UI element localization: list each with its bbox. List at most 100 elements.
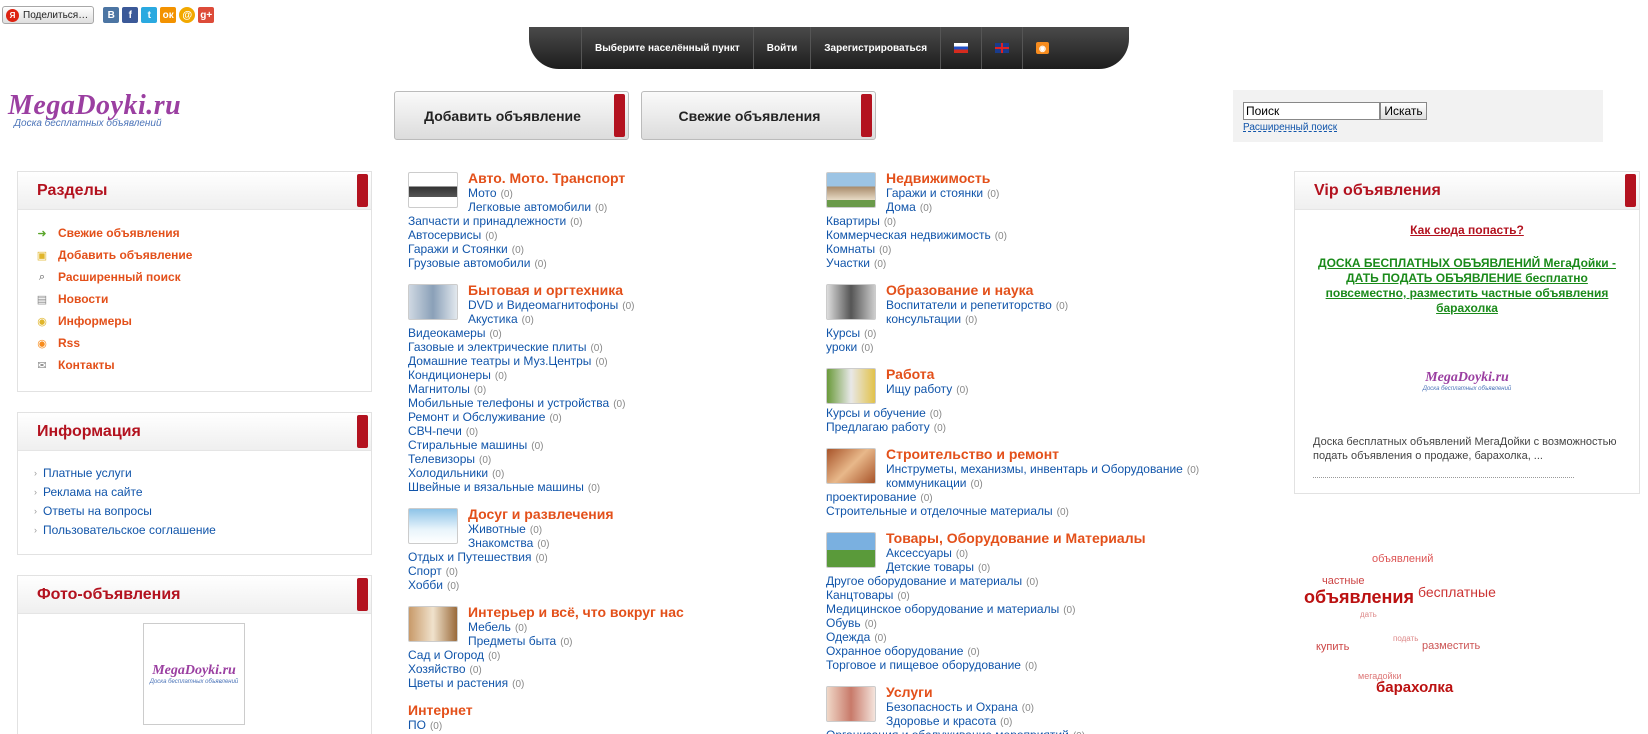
- tag-link[interactable]: купить: [1316, 641, 1349, 653]
- search-input[interactable]: [1243, 102, 1380, 120]
- category-link[interactable]: Знакомства: [468, 536, 533, 550]
- category-title[interactable]: Интерьер и всё, что вокруг нас: [468, 604, 684, 620]
- twitter-icon[interactable]: t: [141, 7, 158, 23]
- category-link[interactable]: Мебель: [468, 620, 511, 634]
- site-logo[interactable]: MegaDoyki.ru Доска бесплатных объявлений: [8, 90, 208, 140]
- category-link[interactable]: Коммерческая недвижимость: [826, 228, 991, 242]
- facebook-icon[interactable]: f: [122, 7, 139, 23]
- info-menu-item[interactable]: › Платные услуги: [18, 463, 371, 482]
- appliances-image[interactable]: [408, 284, 458, 320]
- goods-image[interactable]: [826, 532, 876, 568]
- category-link[interactable]: Здоровье и красота: [886, 714, 996, 728]
- category-title[interactable]: Досуг и развлечения: [468, 506, 613, 522]
- category-link[interactable]: Швейные и вязальные машины: [408, 480, 584, 494]
- category-link[interactable]: Медицинское оборудование и материалы: [826, 602, 1059, 616]
- category-link[interactable]: Организация и обслуживание мероприятий: [826, 728, 1069, 734]
- house-image[interactable]: [826, 172, 876, 208]
- services-image[interactable]: [826, 686, 876, 722]
- category-link[interactable]: Детские товары: [886, 560, 974, 574]
- category-link[interactable]: Ремонт и Обслуживание: [408, 410, 545, 424]
- category-link[interactable]: Акустика: [468, 312, 518, 326]
- vip-ad-link[interactable]: ДОСКА БЕСПЛАТНЫХ ОБЪЯВЛЕНИЙ МегаДойки - …: [1313, 256, 1621, 316]
- sections-menu-item[interactable]: ◉ Информеры: [34, 310, 371, 332]
- category-title[interactable]: Услуги: [886, 684, 933, 700]
- fresh-ads-button[interactable]: Свежие объявления: [641, 91, 876, 140]
- category-title[interactable]: Недвижимость: [886, 172, 990, 186]
- category-link[interactable]: СВЧ-печи: [408, 424, 462, 438]
- category-link[interactable]: Газовые и электрические плиты: [408, 340, 586, 354]
- category-link[interactable]: Строительные и отделочные материалы: [826, 504, 1053, 518]
- interior-image[interactable]: [408, 606, 458, 642]
- category-link[interactable]: Квартиры: [826, 214, 880, 228]
- category-link[interactable]: Одежда: [826, 630, 870, 644]
- category-link[interactable]: Ищу работу: [886, 382, 952, 396]
- category-title[interactable]: Товары, Оборудование и Материалы: [886, 530, 1146, 546]
- sections-menu-link[interactable]: Информеры: [58, 314, 132, 328]
- leisure-image[interactable]: [408, 508, 458, 544]
- nav-lang-en[interactable]: [981, 27, 1022, 69]
- category-link[interactable]: Хобби: [408, 578, 443, 592]
- category-link[interactable]: Хозяйство: [408, 662, 466, 676]
- category-link[interactable]: Сад и Огород: [408, 648, 484, 662]
- category-link[interactable]: Запчасти и принадлежности: [408, 214, 566, 228]
- tag-link[interactable]: объявлений: [1372, 553, 1433, 565]
- category-link[interactable]: Магнитолы: [408, 382, 470, 396]
- category-link[interactable]: Торговое и пищевое оборудование: [826, 658, 1021, 672]
- tag-link[interactable]: бесплатные: [1418, 584, 1496, 600]
- category-title[interactable]: Образование и наука: [886, 282, 1033, 298]
- sections-menu-link[interactable]: Свежие объявления: [58, 226, 180, 240]
- category-link[interactable]: Участки: [826, 256, 870, 270]
- category-link[interactable]: Холодильники: [408, 466, 488, 480]
- info-menu-item[interactable]: › Пользовательское соглашение: [18, 520, 371, 539]
- sections-menu-item[interactable]: ➜ Свежие объявления: [34, 222, 371, 244]
- category-link[interactable]: Дома: [886, 200, 916, 214]
- googleplus-icon[interactable]: g+: [198, 7, 215, 23]
- info-menu-link[interactable]: Пользовательское соглашение: [43, 523, 216, 537]
- category-link[interactable]: Домашние театры и Муз.Центры: [408, 354, 591, 368]
- category-title[interactable]: Бытовая и оргтехника: [468, 282, 623, 298]
- category-link[interactable]: коммуникации: [886, 476, 967, 490]
- category-link[interactable]: DVD и Видеомагнитофоны: [468, 298, 618, 312]
- category-link[interactable]: Канцтовары: [826, 588, 893, 602]
- category-link[interactable]: Кондиционеры: [408, 368, 491, 382]
- category-link[interactable]: Стиральные машины: [408, 438, 527, 452]
- category-link[interactable]: Аксессуары: [886, 546, 952, 560]
- sections-menu-item[interactable]: ✉ Контакты: [34, 354, 371, 376]
- category-link[interactable]: Автосервисы: [408, 228, 481, 242]
- construction-image[interactable]: [826, 448, 876, 484]
- sections-menu-link[interactable]: Расширенный поиск: [58, 270, 181, 284]
- info-menu-link[interactable]: Платные услуги: [43, 466, 132, 480]
- category-link[interactable]: Другое оборудование и материалы: [826, 574, 1022, 588]
- info-menu-item[interactable]: › Ответы на вопросы: [18, 501, 371, 520]
- vip-ad-image[interactable]: MegaDoyki.ru Доска бесплатных объявлений: [1417, 331, 1517, 431]
- tag-link[interactable]: барахолка: [1376, 679, 1453, 696]
- category-link[interactable]: Безопасность и Охрана: [886, 700, 1018, 714]
- nav-select-city[interactable]: Выберите населённый пункт: [581, 27, 753, 69]
- category-link[interactable]: Курсы и обучение: [826, 406, 926, 420]
- category-title[interactable]: Работа: [886, 366, 934, 382]
- vk-icon[interactable]: В: [103, 7, 120, 23]
- category-link[interactable]: Инструметы, механизмы, инвентарь и Обору…: [886, 462, 1183, 476]
- category-link[interactable]: Цветы и растения: [408, 676, 508, 690]
- category-title[interactable]: Авто. Мото. Транспорт: [468, 172, 625, 186]
- mail-icon[interactable]: @: [179, 7, 196, 23]
- category-link[interactable]: Предлагаю работу: [826, 420, 930, 434]
- category-link[interactable]: ПО: [408, 718, 426, 732]
- category-link[interactable]: Комнаты: [826, 242, 875, 256]
- add-ad-button[interactable]: Добавить объявление: [394, 91, 629, 140]
- share-button[interactable]: Я Поделиться…: [2, 6, 95, 24]
- nav-rss[interactable]: ◉: [1022, 27, 1062, 69]
- category-link[interactable]: Мобильные телефоны и устройства: [408, 396, 609, 410]
- search-button[interactable]: Искать: [1380, 102, 1427, 120]
- category-link[interactable]: Спорт: [408, 564, 442, 578]
- category-link[interactable]: Грузовые автомобили: [408, 256, 530, 270]
- sections-menu-item[interactable]: ◉ Rss: [34, 332, 371, 354]
- category-link[interactable]: Гаражи и Стоянки: [408, 242, 508, 256]
- car-image[interactable]: [408, 172, 458, 208]
- category-link[interactable]: Животные: [468, 522, 526, 536]
- advanced-search-link[interactable]: Расширенный поиск: [1243, 122, 1337, 133]
- odnoklassniki-icon[interactable]: ок: [160, 7, 177, 23]
- education-image[interactable]: [826, 284, 876, 320]
- sections-menu-item[interactable]: ⌕ Расширенный поиск: [34, 266, 371, 288]
- category-link[interactable]: консультации: [886, 312, 961, 326]
